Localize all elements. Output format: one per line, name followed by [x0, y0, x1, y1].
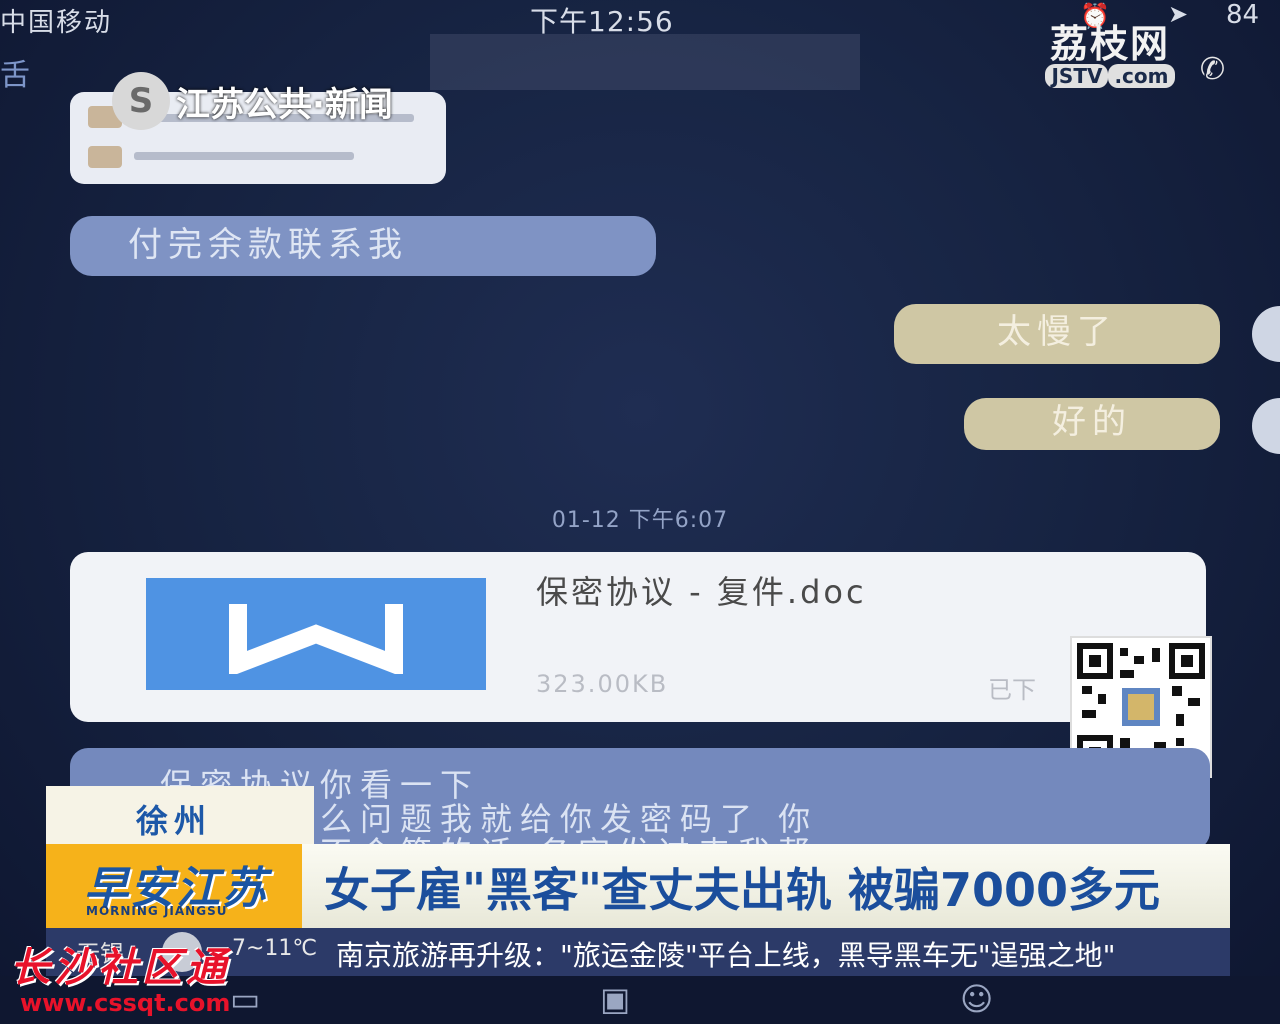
news-location-tag: 徐州 [46, 786, 314, 844]
contact-name-blurred [430, 34, 860, 90]
news-location: 徐州 [136, 802, 213, 840]
message-bubble-left[interactable]: 付完余款联系我 [70, 216, 656, 276]
weather-temperature: 7~11℃ [232, 936, 318, 961]
carrier-label: 中国移动 [0, 8, 113, 38]
lizhi-logo: 荔枝网 JSTV .com [1030, 24, 1190, 94]
keyboard-icon[interactable]: ▭ [230, 980, 260, 1018]
message-bubble-right[interactable]: 好的 [964, 398, 1220, 450]
file-download-status: 已下 [988, 676, 1036, 704]
word-doc-icon [146, 578, 486, 690]
gift-icon[interactable]: ▣ [600, 980, 630, 1018]
channel-name: 江苏公共·新闻 [176, 84, 393, 125]
ticker-text: 南京旅游再升级："旅运金陵"平台上线，黑导黑车无"逞强之地" [336, 939, 1116, 972]
news-headline-banner: 早安江苏 MORNING JIANGSU 女子雇"黑客"查丈夫出轨 被骗7000… [46, 844, 1230, 928]
file-size: 323.00KB [536, 670, 669, 698]
phone-icon[interactable]: ✆ [1200, 52, 1225, 87]
watermark-url: www.cssqt.com [20, 989, 231, 1017]
battery-level: 84 [1226, 0, 1260, 30]
watermark-text: 长沙社区通 [10, 945, 230, 991]
lizhi-logo-domain: JSTV .com [1030, 64, 1190, 88]
show-logo-subtitle: MORNING JIANGSU [86, 904, 228, 918]
file-message[interactable]: 保密协议 - 复件.doc 323.00KB 已下 [70, 552, 1206, 722]
image-text-line [134, 152, 354, 160]
show-logo: 早安江苏 MORNING JIANGSU [46, 844, 302, 928]
image-thumbnail [88, 146, 122, 168]
site-watermark: 长沙社区通 www.cssqt.com [10, 946, 230, 1016]
lizhi-logo-text: 荔枝网 [1049, 22, 1170, 66]
message-timestamp: 01-12 下午6:07 [551, 508, 729, 533]
emoji-icon[interactable]: ☺ [960, 980, 993, 1018]
channel-logo: S 江苏公共·新闻 [112, 70, 393, 132]
jiangsu-tv-logo-icon: S [112, 72, 170, 130]
file-name: 保密协议 - 复件.doc [536, 573, 867, 611]
message-bubble-right[interactable]: 太慢了 [894, 304, 1220, 364]
news-headline: 女子雇"黑客"查丈夫出轨 被骗7000多元 [324, 863, 1160, 917]
back-button[interactable]: 舌 [0, 50, 30, 94]
